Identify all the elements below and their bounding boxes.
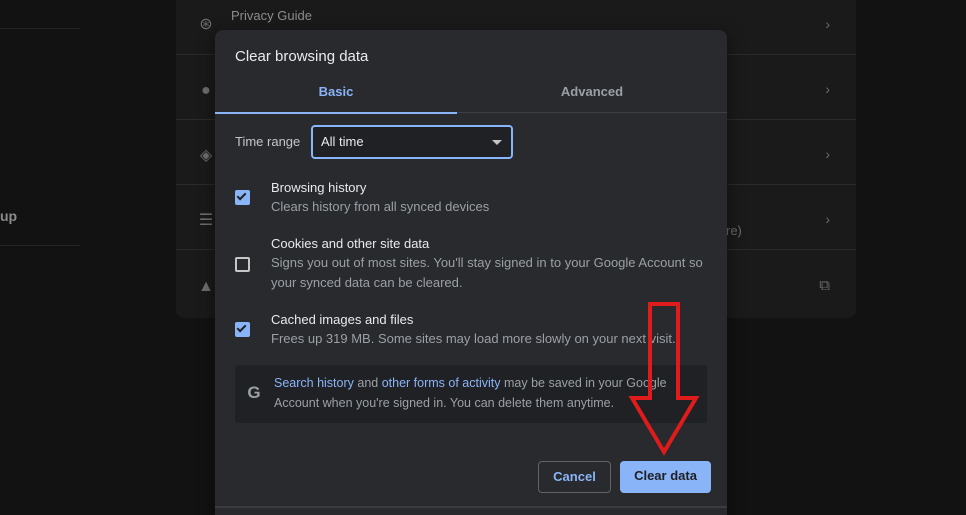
annotation-arrow-icon (628, 302, 700, 456)
chevron-right-icon: › (825, 81, 830, 97)
option-title: Cookies and other site data (271, 236, 430, 251)
cookie-icon: ● (201, 82, 211, 99)
tab-advanced[interactable]: Advanced (471, 77, 713, 113)
info-connector: and (353, 376, 382, 390)
option-description: Clears history from all synced devices (271, 199, 490, 214)
time-range-label: Time range (235, 134, 301, 149)
google-g-icon: G (247, 383, 261, 402)
tab-bar: Basic Advanced (215, 77, 727, 114)
dialog-footer-divider (215, 506, 727, 508)
row-extra-text: re) (726, 223, 742, 238)
time-range-select[interactable]: All time (311, 125, 513, 159)
tab-basic[interactable]: Basic (215, 77, 457, 114)
option-title: Cached images and files (271, 312, 414, 327)
cookies-checkbox[interactable] (235, 257, 250, 272)
chevron-right-icon: › (825, 211, 830, 227)
option-title: Browsing history (271, 180, 367, 195)
checkmark-icon (236, 190, 247, 201)
bg-divider (0, 245, 80, 246)
dropdown-arrow-icon (492, 140, 502, 145)
search-history-link[interactable]: Search history (274, 376, 354, 390)
chevron-right-icon: › (825, 146, 830, 162)
flask-icon: ▲ (198, 278, 214, 295)
shield-icon: ◈ (199, 147, 213, 164)
time-range-value: All time (321, 134, 364, 149)
other-activity-link[interactable]: other forms of activity (382, 376, 501, 390)
bg-sidebar-item: up (0, 208, 18, 224)
clear-data-button[interactable]: Clear data (620, 461, 711, 493)
cancel-button[interactable]: Cancel (538, 461, 611, 493)
dialog-title: Clear browsing data (235, 48, 369, 65)
chevron-right-icon: › (825, 16, 830, 32)
bg-divider (0, 28, 80, 29)
option-description: Signs you out of most sites. You'll stay… (271, 255, 703, 290)
compass-icon: ⊛ (199, 16, 213, 33)
external-link-icon: ⧉ (819, 277, 830, 294)
checkmark-icon (236, 322, 247, 333)
sliders-icon: ☰ (198, 212, 214, 229)
cached-images-checkbox[interactable] (235, 322, 250, 337)
row-label: Privacy Guide (231, 8, 312, 23)
browsing-history-checkbox[interactable] (235, 190, 250, 205)
